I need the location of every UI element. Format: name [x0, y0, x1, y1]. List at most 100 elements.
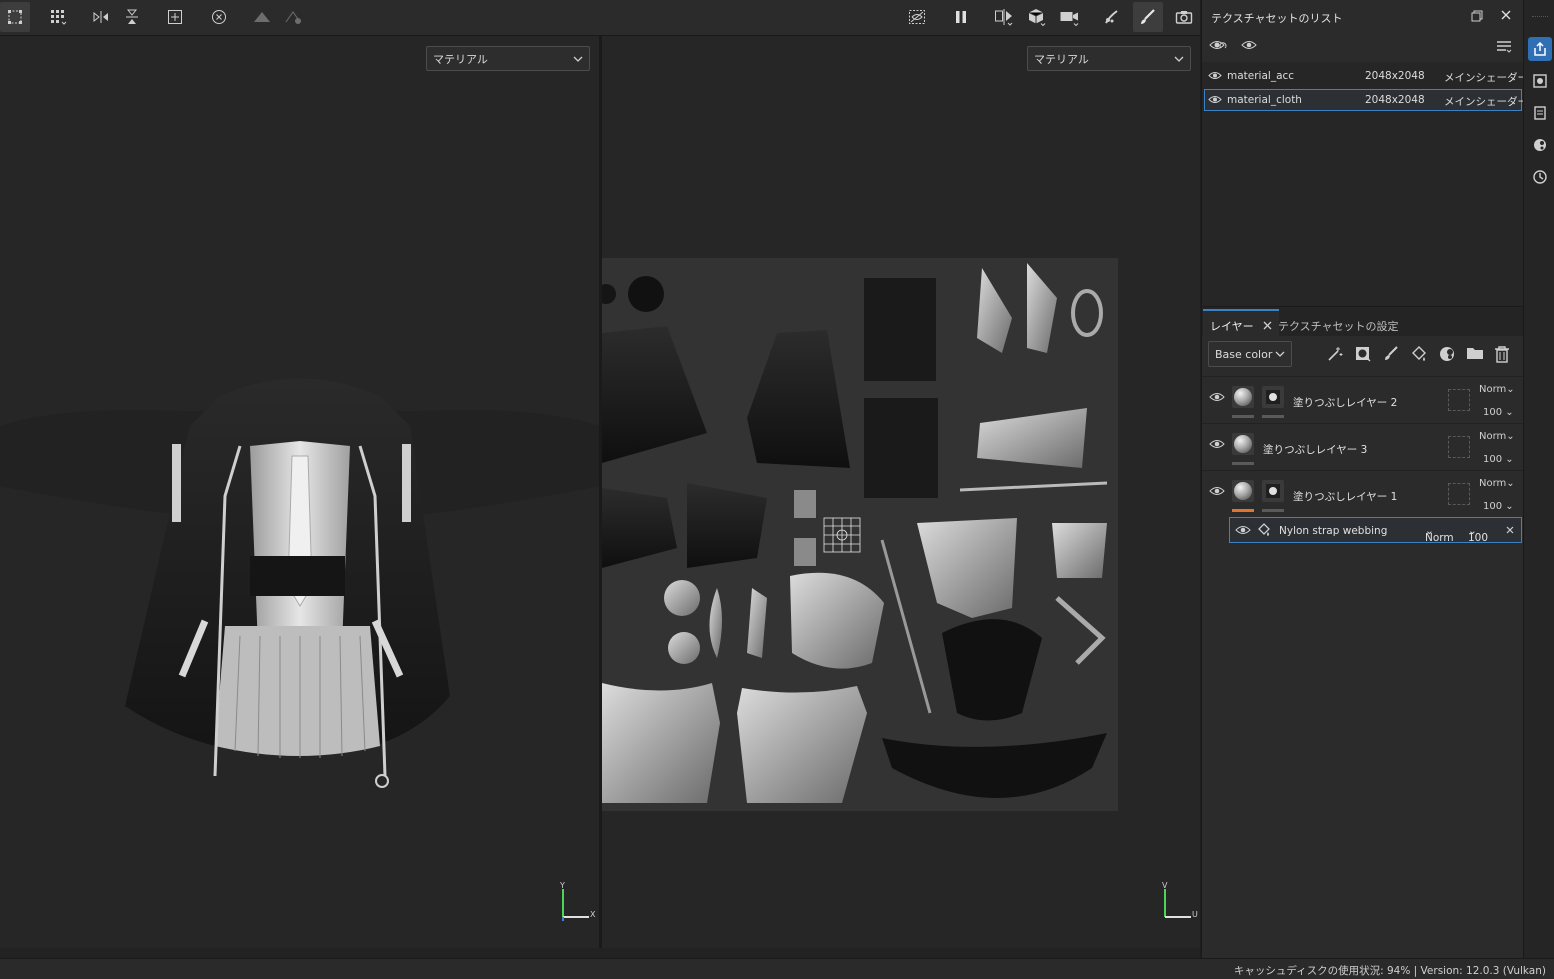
layer-name[interactable]: 塗りつぶしレイヤー 1	[1293, 489, 1397, 504]
layer-opacity[interactable]: 100 ⌄	[1483, 501, 1514, 512]
tab-layers[interactable]: レイヤー	[1203, 309, 1280, 337]
texture-set-resolution: 2048x2048	[1365, 94, 1425, 106]
eye-icon[interactable]	[1235, 524, 1251, 536]
blend-mode-value: Norm	[1479, 431, 1507, 442]
add-smart-material-icon[interactable]	[1438, 345, 1456, 363]
layer-underline	[1232, 415, 1254, 418]
tab-texture-set-settings[interactable]: テクスチャセットの設定	[1271, 309, 1406, 337]
texture-set-row[interactable]: material_acc 2048x2048 メインシェーダー	[1204, 65, 1528, 87]
mirror-x-icon[interactable]	[86, 2, 116, 32]
eye-icon[interactable]	[1241, 39, 1257, 51]
history-icon[interactable]	[1528, 165, 1552, 189]
layer-mask-slot[interactable]	[1448, 436, 1470, 458]
layer-name[interactable]: 塗りつぶしレイヤー 3	[1263, 442, 1367, 457]
layer-thumbnail[interactable]	[1232, 433, 1254, 455]
layer-mask-slot[interactable]	[1448, 389, 1470, 411]
eye-icon[interactable]	[1209, 485, 1225, 497]
axis-x-label: X	[590, 910, 596, 919]
smudge-icon[interactable]	[1097, 2, 1127, 32]
add-effect-icon[interactable]	[1326, 345, 1344, 363]
axis-u-label: U	[1192, 910, 1198, 919]
close-panel-icon[interactable]	[1500, 9, 1512, 21]
shelf-icon[interactable]	[1528, 133, 1552, 157]
viewport-3d[interactable]: マテリアル Y X	[0, 36, 600, 948]
chevron-down-icon	[1174, 56, 1184, 62]
status-bar: キャッシュディスクの使用状況: 94% | Version: 12.0.3 (V…	[0, 958, 1554, 979]
camera-icon[interactable]	[1055, 2, 1085, 32]
eye-icon[interactable]	[1208, 94, 1222, 105]
viewport-2d[interactable]: マテリアル V U	[602, 36, 1200, 948]
eye-icon[interactable]	[1209, 438, 1225, 450]
history-reset-icon[interactable]	[204, 2, 234, 32]
effect-opacity-value: 100	[1468, 532, 1489, 544]
add-mask-icon[interactable]	[1354, 345, 1372, 363]
layer-underline	[1232, 509, 1254, 512]
axis-gizmo-3d: Y X	[555, 881, 595, 924]
texture-set-shader: メインシェーダー	[1444, 72, 1528, 84]
material-select-2d-value: マテリアル	[1034, 52, 1089, 66]
export-icon[interactable]	[1528, 37, 1552, 61]
layer-opacity-value: 100	[1483, 407, 1503, 418]
layer-opacity-value: 100	[1483, 454, 1503, 465]
texture-set-row[interactable]: material_cloth 2048x2048 メインシェーダー	[1204, 89, 1528, 111]
right-panel: テクスチャセットのリスト material_acc 2048x2048 メインシ…	[1201, 0, 1528, 958]
layer-mask-slot[interactable]	[1448, 483, 1470, 505]
layer-opacity-value: 100	[1483, 501, 1503, 512]
pause-icon[interactable]	[946, 2, 976, 32]
blend-mode[interactable]: Norm⌄	[1479, 384, 1515, 395]
tab-layers-label: レイヤー	[1210, 320, 1254, 333]
blend-mode[interactable]: Norm⌄	[1479, 431, 1515, 442]
layer-row[interactable]: 塗りつぶしレイヤー 1 Norm⌄ 100 ⌄	[1202, 470, 1524, 517]
channel-select[interactable]: Base color	[1208, 341, 1292, 367]
blend-mode[interactable]: Norm⌄	[1479, 478, 1515, 489]
material-select-2d[interactable]: マテリアル	[1027, 46, 1191, 71]
layer-mask-thumbnail[interactable]	[1262, 386, 1284, 408]
split-view-icon[interactable]	[989, 2, 1019, 32]
effect-blend-mode[interactable]: Norm ⌄	[1425, 525, 1454, 544]
eye-icon[interactable]	[1209, 391, 1225, 403]
layer-row[interactable]: 塗りつぶしレイヤー 3 Norm⌄ 100 ⌄	[1202, 423, 1524, 470]
delete-layer-icon[interactable]	[1494, 345, 1510, 363]
texture-set-shader: メインシェーダー	[1444, 96, 1528, 108]
uv-texture-canvas[interactable]	[602, 258, 1118, 811]
layer-row[interactable]: 塗りつぶしレイヤー 2 Norm⌄ 100 ⌄	[1202, 376, 1524, 423]
selection-mode-icon[interactable]	[0, 2, 30, 32]
texture-set-list-title: テクスチャセットのリスト	[1211, 12, 1343, 25]
blend-mode-value: Norm	[1479, 478, 1507, 489]
layer-toolbar: Base color	[1202, 336, 1524, 374]
brush-icon[interactable]	[1133, 2, 1163, 32]
display-settings-icon[interactable]	[1528, 69, 1552, 93]
material-select-3d[interactable]: マテリアル	[426, 46, 590, 71]
screenshot-icon[interactable]	[1169, 2, 1199, 32]
symmetry-icon[interactable]	[247, 2, 277, 32]
mirror-y-icon[interactable]	[117, 2, 147, 32]
add-fill-layer-icon[interactable]	[1410, 345, 1428, 363]
symmetry-settings-icon[interactable]	[279, 2, 309, 32]
hide-uv-icon[interactable]	[902, 2, 932, 32]
float-panel-icon[interactable]	[1471, 10, 1483, 22]
close-icon[interactable]	[1506, 526, 1514, 534]
frame-add-icon[interactable]	[160, 2, 190, 32]
panel-menu-icon[interactable]	[1496, 40, 1512, 54]
fill-effect-icon	[1257, 523, 1271, 537]
layer-thumbnail[interactable]	[1232, 386, 1254, 408]
layer-thumbnail[interactable]	[1232, 480, 1254, 502]
add-folder-icon[interactable]	[1466, 345, 1484, 361]
eye-icon[interactable]	[1208, 70, 1222, 81]
layer-name[interactable]: 塗りつぶしレイヤー 2	[1293, 395, 1397, 410]
grid-select-icon[interactable]	[43, 2, 73, 32]
tab-texture-set-settings-label: テクスチャセットの設定	[1278, 320, 1399, 333]
add-paint-layer-icon[interactable]	[1382, 345, 1400, 363]
visibility-all-icon[interactable]	[1209, 38, 1227, 52]
layer-opacity[interactable]: 100 ⌄	[1483, 407, 1514, 418]
layer-mask-thumbnail[interactable]	[1262, 480, 1284, 502]
effect-opacity[interactable]: 100 ⌄	[1468, 525, 1488, 544]
dock-grip[interactable]	[1532, 16, 1548, 18]
properties-icon[interactable]	[1528, 101, 1552, 125]
mask-underline	[1262, 509, 1284, 512]
layer-opacity[interactable]: 100 ⌄	[1483, 454, 1514, 465]
texture-set-list: material_acc 2048x2048 メインシェーダー material…	[1202, 62, 1528, 306]
axis-v-label: V	[1162, 881, 1168, 890]
cube-icon[interactable]	[1022, 2, 1052, 32]
layer-effect-row[interactable]: Nylon strap webbing Norm ⌄ 100 ⌄	[1229, 517, 1522, 544]
